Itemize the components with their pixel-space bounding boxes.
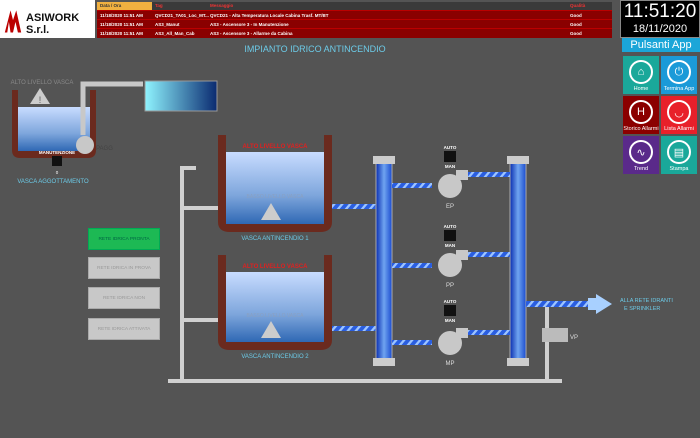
pump-label: EP: [446, 204, 454, 210]
fire-tank-2: ALTO LIVELLO VASCA BASSO LIVELLO VASCA V…: [218, 255, 332, 360]
auto-label: AUTO: [444, 145, 457, 150]
pump-label: PP: [446, 283, 454, 289]
tank1-label: VASCA ANTINCENDIO 1: [241, 236, 309, 242]
auto-label: AUTO: [444, 224, 457, 229]
outlet-pipe: [526, 301, 598, 307]
maintenance-switch-label: MANUTENZIONE: [39, 150, 75, 155]
discharge-basin: [144, 80, 218, 112]
sump-pump-label: PAGG: [96, 146, 113, 152]
sump-pump[interactable]: [76, 136, 94, 154]
auto-label: AUTO: [444, 299, 457, 304]
maintenance-switch[interactable]: [52, 156, 62, 166]
pump-ep[interactable]: EP AUTO MAN: [392, 145, 510, 210]
tank1-low-alarm: BASSO LIVELLO VASCA: [247, 194, 305, 200]
valve-label: VP: [570, 335, 578, 341]
tank2-high-alarm: ALTO LIVELLO VASCA: [242, 264, 308, 270]
auto-man-switch[interactable]: [444, 305, 456, 316]
suction-header: [375, 161, 393, 361]
fire-tank-1: ALTO LIVELLO VASCA BASSO LIVELLO VASCA V…: [218, 135, 332, 242]
man-label: MAN: [445, 243, 455, 248]
discharge-header: [509, 161, 527, 361]
sump-high-level-alarm: ALTO LIVELLO VASCA: [11, 80, 74, 86]
man-label: MAN: [445, 318, 455, 323]
man-label: MAN: [445, 164, 455, 169]
pump-mp[interactable]: MP AUTO MAN: [392, 299, 510, 367]
tank2-label: VASCA ANTINCENDIO 2: [241, 354, 309, 360]
outlet-label-line2: E SPRINKLER: [624, 306, 660, 312]
sump-label: VASCA AGGOTTAMENTO: [17, 179, 89, 185]
outlet-arrow-icon: [596, 294, 612, 314]
svg-text:!: !: [39, 95, 42, 105]
pump-label: MP: [446, 361, 455, 367]
tank2-low-alarm: BASSO LIVELLO VASCA: [247, 313, 305, 319]
auto-man-switch[interactable]: [444, 230, 456, 241]
outlet-label-line1: ALLA RETE IDRANTI: [620, 298, 673, 304]
tank1-high-alarm: ALTO LIVELLO VASCA: [242, 144, 308, 150]
process-diagram: ALTO LIVELLO VASCA ! PAGG MANUTENZIONE 0…: [11, 80, 673, 383]
valve-vp[interactable]: [542, 328, 568, 342]
auto-man-switch[interactable]: [444, 151, 456, 162]
pump-pp[interactable]: PP AUTO MAN: [392, 224, 510, 289]
maintenance-switch-value: 0: [56, 170, 59, 175]
